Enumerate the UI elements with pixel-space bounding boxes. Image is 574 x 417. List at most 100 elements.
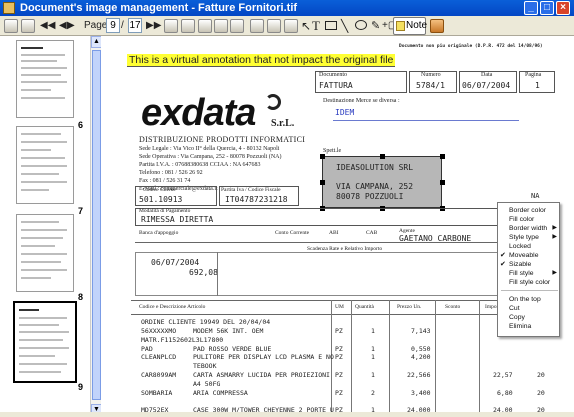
scroll-thumb[interactable] [92,50,101,400]
resize-handle-ne[interactable] [440,154,445,159]
table-header-top [131,300,551,301]
client-code-label: Codice Cliente [143,187,176,193]
last-page-icon[interactable]: ▶▶ [146,18,161,34]
row-code: CLEANPLCD [141,353,177,361]
print-icon[interactable] [284,19,298,33]
logo-text: exdata [141,92,256,134]
text-tool-icon[interactable]: T [312,18,320,34]
col-line-4 [435,300,436,417]
page-value-doc: 1 [535,81,540,90]
menu-item-border-color[interactable]: Border color [498,206,561,215]
vat-value: IT04787231218 [225,195,288,204]
rectangle-tool-icon[interactable] [325,21,337,30]
menu-item-on-the-top[interactable]: On the top [498,295,561,304]
row-price: 7,143 [411,327,431,335]
company-tagline: DISTRIBUZIONE PRODOTTI INFORMATICI [139,135,306,144]
refresh-icon[interactable] [4,19,18,33]
menu-item-elimina[interactable]: Elimina [498,322,561,331]
logo-swoosh [265,94,281,110]
recycle-icon[interactable] [21,19,35,33]
logo-suffix: S.r.L. [271,118,295,129]
first-page-icon[interactable]: ◀◀ [40,18,55,34]
menu-item-fill-color[interactable]: Fill color [498,215,561,224]
row-price: 0,550 [411,345,431,353]
col-header-um: UM [335,304,344,310]
ellipse-tool-icon[interactable] [355,20,367,30]
thumbnail-scrollbar[interactable]: ▲ ▼ [90,36,102,417]
company-line-4: Telefono : 081 / 526 26 92 [139,170,203,176]
row-um: PZ [335,371,343,379]
page-input[interactable]: 9 [106,18,120,33]
vat-label: Partita Iva / Codice Fiscale [221,187,281,193]
thumbnail-number-7: 7 [78,206,84,216]
number-label: Numero [421,72,441,78]
rotate-left-icon[interactable] [164,19,178,33]
client-code-value: 501.10913 [139,195,183,204]
recipient-line-3: 80078 POZZUOLI [336,192,404,201]
pen-tool-icon[interactable]: ✎ [371,18,380,34]
resize-handle-nw[interactable] [320,154,325,159]
menu-item-style-type[interactable]: Style type ▶ [498,233,561,242]
dest-underline [333,120,519,121]
menu-item-copy[interactable]: Copy [498,313,561,322]
menu-item-moveable[interactable]: ✔ Moveable [498,251,561,260]
payment-value: RIMESSA DIRETTA [141,215,214,224]
resize-handle-w[interactable] [320,180,325,185]
rotate-right-icon[interactable] [181,19,195,33]
zoom-out-icon[interactable] [267,19,281,33]
menu-item-locked[interactable]: Locked [498,242,561,251]
actual-size-icon[interactable] [230,19,244,33]
col-line-2 [351,300,352,417]
row-um: PZ [335,327,343,335]
next-page-icon[interactable]: ▶ [67,18,75,34]
menu-item-fill-style[interactable]: Fill style ▶ [498,269,561,278]
line-tool-icon[interactable]: ╲ [341,18,348,34]
fit-width-icon[interactable] [214,19,228,33]
table-header-bottom [131,314,551,315]
maximize-button[interactable]: □ [540,1,554,15]
row-tail: 20 [537,389,545,397]
virtual-annotation[interactable]: This is a virtual annotation that not im… [127,54,396,67]
close-button[interactable]: × [556,1,570,15]
resize-handle-e[interactable] [440,180,445,185]
save-icon[interactable] [430,19,444,33]
zoom-in-icon[interactable] [250,19,264,33]
thumbnail-page-7[interactable] [16,126,74,204]
row-total: 6,80 [497,389,513,397]
company-line-2: Sede Operativa : Via Campana, 252 - 8007… [139,154,282,160]
row-um: PZ [335,353,343,361]
col-line-5 [479,300,480,417]
minimize-button[interactable]: _ [524,1,538,15]
resize-handle-n[interactable] [380,154,385,159]
prev-page-icon[interactable]: ◀ [59,18,67,34]
row-qty: 1 [371,371,375,379]
thumbnail-page-8[interactable] [16,214,74,292]
doc-type-label: Documento [319,72,347,78]
thumbnail-number-9: 9 [78,382,84,392]
agent-value: GAETANO CARBONE [399,234,472,243]
menu-item-sizable[interactable]: ✔ Sizable [498,260,561,269]
menu-item-border-width[interactable]: Border width ▶ [498,224,561,233]
menu-item-fill-style-color[interactable]: Fill style color [498,278,561,287]
check-icon: ✔ [500,252,506,259]
col-header-price: Prezzo Un. [397,304,422,310]
submenu-arrow-icon: ▶ [552,225,557,231]
annotation-context-menu: Border color Fill color Border width ▶ St… [497,202,560,337]
thumbnail-page-6[interactable] [16,40,74,118]
due-divider [217,252,218,296]
thumbnail-page-9[interactable] [13,301,77,383]
app-icon [3,2,15,14]
note-button[interactable]: Note [393,17,427,35]
page-total: 17 [128,18,142,33]
thumbnail-number-8: 8 [78,292,84,302]
fit-page-icon[interactable] [198,19,212,33]
thumbnail-pane: 6 7 8 9 [0,36,101,417]
menu-item-cut[interactable]: Cut [498,304,561,313]
col-header-discount: Sconto [445,304,461,310]
company-line-3: Partita I.V.A. : 07688380638 CCIAA : NA … [139,162,261,168]
account-label: Conto Corrente [275,230,310,236]
col-header-qty: Quantità [355,304,374,310]
row-qty: 2 [371,389,375,397]
order-line: ORDINE CLIENTE 19949 DEL 20/04/04 [141,318,271,326]
pointer-tool-icon[interactable]: ↖ [301,18,311,34]
